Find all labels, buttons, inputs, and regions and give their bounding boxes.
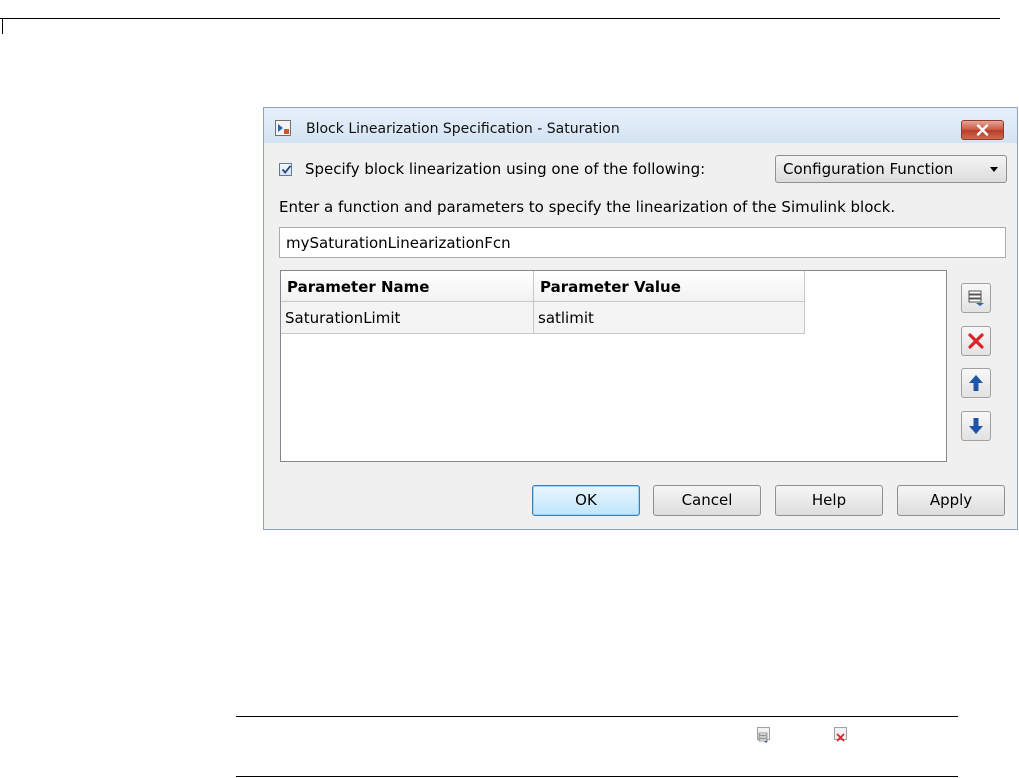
page-top-rule	[0, 18, 1000, 19]
function-name-input[interactable]	[279, 227, 1006, 258]
dialog-titlebar[interactable]: Block Linearization Specification - Satu…	[264, 108, 1017, 143]
dialog-body: Specify block linearization using one of…	[264, 143, 1017, 529]
cell-parameter-name[interactable]: SaturationLimit	[281, 302, 534, 333]
column-header-parameter-value[interactable]: Parameter Value	[534, 271, 805, 301]
delete-row-icon	[968, 333, 984, 349]
close-button[interactable]	[961, 120, 1004, 140]
help-button[interactable]: Help	[775, 485, 883, 516]
note-top-rule	[236, 716, 958, 717]
move-up-button[interactable]	[961, 368, 991, 398]
move-down-button[interactable]	[961, 411, 991, 441]
chevron-down-icon	[990, 167, 998, 172]
specify-linearization-label: Specify block linearization using one of…	[305, 160, 706, 178]
checkmark-icon	[281, 165, 292, 174]
specification-method-dropdown[interactable]: Configuration Function	[775, 155, 1007, 183]
cancel-button[interactable]: Cancel	[653, 485, 761, 516]
note-bottom-rule	[236, 776, 958, 777]
simulink-block-icon	[275, 120, 291, 136]
parameter-table[interactable]: Parameter Name Parameter Value Saturatio…	[280, 270, 947, 462]
add-row-icon	[757, 727, 770, 743]
ok-button[interactable]: OK	[532, 485, 640, 516]
block-linearization-dialog: Block Linearization Specification - Satu…	[263, 107, 1018, 530]
close-icon	[976, 124, 989, 136]
cell-parameter-value[interactable]: satlimit	[534, 302, 805, 333]
add-row-icon	[968, 290, 984, 306]
table-header: Parameter Name Parameter Value	[281, 271, 805, 302]
column-header-parameter-name[interactable]: Parameter Name	[281, 271, 534, 301]
move-down-icon	[969, 418, 983, 434]
dialog-title: Block Linearization Specification - Satu…	[306, 121, 620, 137]
delete-row-icon	[834, 727, 847, 742]
add-row-button[interactable]	[961, 283, 991, 313]
table-row[interactable]: SaturationLimit satlimit	[281, 302, 805, 334]
apply-button[interactable]: Apply	[897, 485, 1005, 516]
move-up-icon	[969, 375, 983, 391]
instructions-text: Enter a function and parameters to speci…	[279, 198, 896, 216]
specify-linearization-checkbox[interactable]	[279, 163, 292, 176]
page-margin-tick	[2, 18, 3, 34]
delete-row-button[interactable]	[961, 326, 991, 356]
dropdown-selected-value: Configuration Function	[783, 160, 954, 178]
